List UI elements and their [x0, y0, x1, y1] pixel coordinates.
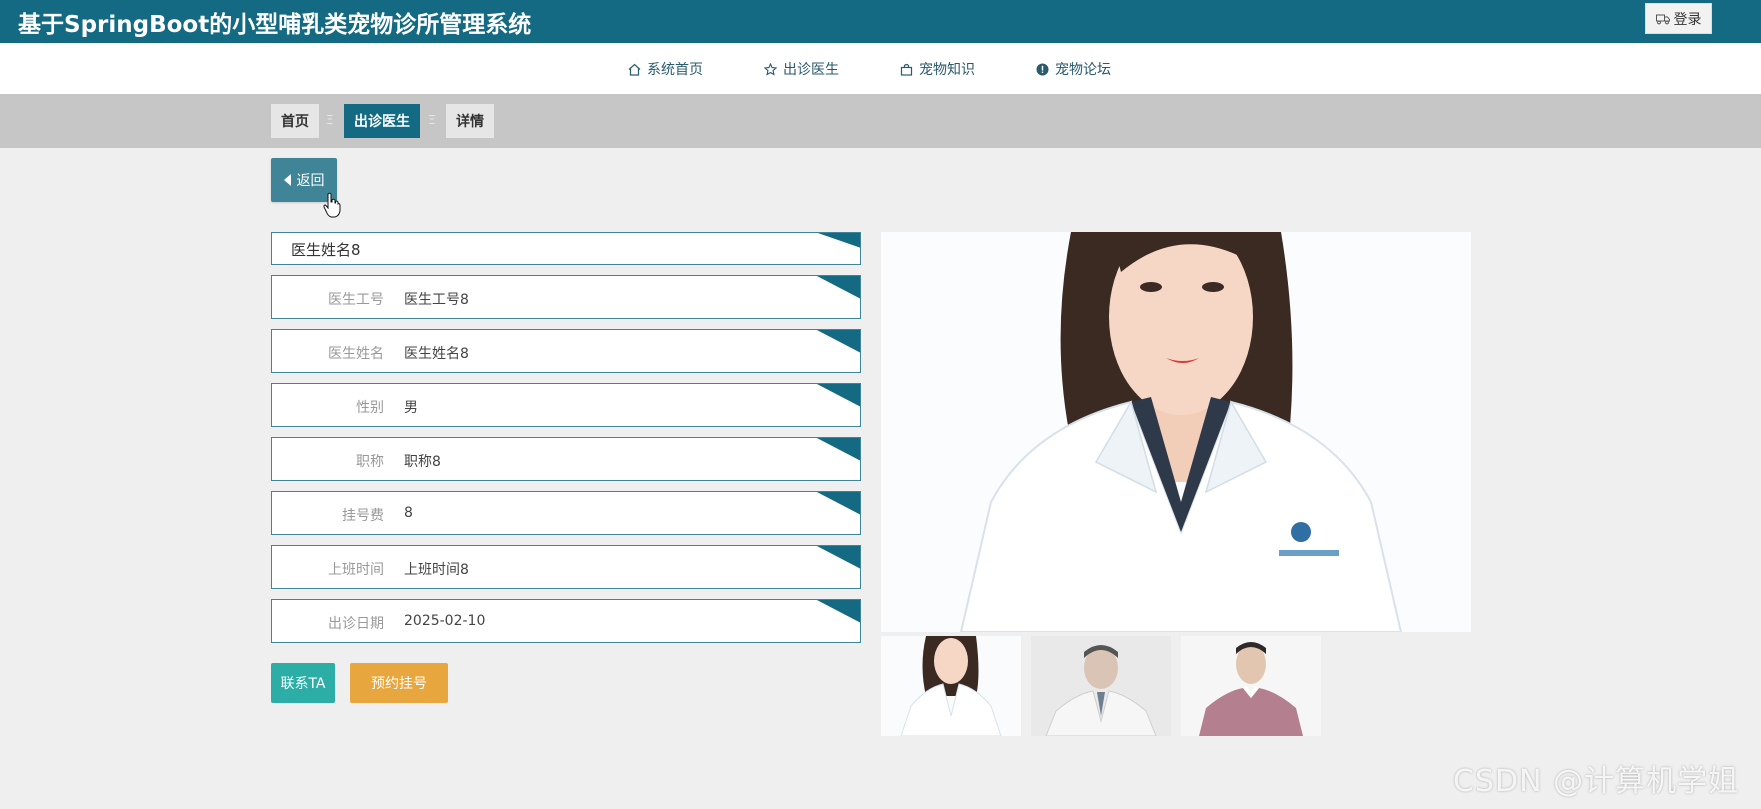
- star-icon: [764, 62, 777, 76]
- breadcrumb-detail: 详情: [446, 104, 494, 138]
- back-label: 返回: [296, 173, 325, 189]
- corner-decoration: [816, 600, 860, 623]
- doctor-name-title: 医生姓名8: [271, 232, 861, 265]
- field-fee: 挂号费 8: [271, 491, 861, 535]
- thumbnail-2[interactable]: [1031, 636, 1171, 736]
- field-label: 医生工号: [328, 292, 384, 308]
- top-bar: 基于SpringBoot的小型哺乳类宠物诊所管理系统 登录: [0, 0, 1761, 43]
- nav-item-knowledge[interactable]: 宠物知识: [900, 59, 975, 79]
- corner-decoration: [816, 384, 860, 407]
- nav-label-doctors: 出诊医生: [783, 62, 839, 78]
- field-doctor-name: 医生姓名 医生姓名8: [271, 329, 861, 373]
- field-label: 性别: [356, 400, 384, 416]
- field-value: 2025-02-10: [404, 613, 486, 629]
- book-appointment-button[interactable]: 预约挂号: [350, 663, 448, 703]
- breadcrumb-home[interactable]: 首页: [271, 104, 319, 138]
- field-gender: 性别 男: [271, 383, 861, 427]
- info-circle-icon: [1036, 63, 1049, 75]
- corner-decoration: [816, 276, 860, 299]
- nav-item-home[interactable]: 系统首页: [628, 59, 703, 79]
- hand-cursor-icon: [323, 192, 341, 218]
- corner-decoration: [816, 438, 860, 461]
- corner-decoration: [816, 492, 860, 515]
- site-title: 基于SpringBoot的小型哺乳类宠物诊所管理系统: [18, 12, 532, 38]
- field-value: 职称8: [404, 454, 441, 470]
- corner-decoration: [816, 546, 860, 569]
- home-icon: [628, 63, 641, 76]
- nav-label-home: 系统首页: [647, 62, 703, 78]
- caret-left-icon: [283, 174, 291, 186]
- field-label: 出诊日期: [328, 616, 384, 632]
- thumbnail-1[interactable]: [881, 636, 1021, 736]
- bag-icon: [900, 63, 913, 76]
- breadcrumb-doctors[interactable]: 出诊医生: [344, 104, 420, 138]
- field-value: 男: [404, 400, 418, 416]
- field-visit-date: 出诊日期 2025-02-10: [271, 599, 861, 643]
- field-work-time: 上班时间 上班时间8: [271, 545, 861, 589]
- field-value: 8: [404, 505, 413, 521]
- field-label: 职称: [356, 454, 384, 470]
- field-value: 上班时间8: [404, 562, 469, 578]
- breadcrumb: 首页 Ξ 出诊医生 Ξ 详情: [0, 94, 1761, 148]
- field-value: 医生工号8: [404, 292, 469, 308]
- watermark: CSDN @计算机学姐: [1453, 764, 1740, 799]
- field-title: 职称 职称8: [271, 437, 861, 481]
- contact-button[interactable]: 联系TA: [271, 663, 335, 703]
- doctor-photo: [881, 232, 1471, 632]
- field-label: 上班时间: [328, 562, 384, 578]
- corner-decoration: [817, 233, 860, 248]
- field-doctor-id: 医生工号 医生工号8: [271, 275, 861, 319]
- nav-label-knowledge: 宠物知识: [919, 62, 975, 78]
- nav-item-doctors[interactable]: 出诊医生: [764, 59, 839, 79]
- breadcrumb-separator: Ξ: [428, 113, 436, 127]
- name-title-text: 医生姓名8: [291, 241, 361, 259]
- main-nav: 系统首页 出诊医生 宠物知识 宠物论坛: [0, 43, 1761, 94]
- breadcrumb-separator: Ξ: [326, 113, 334, 127]
- truck-icon: [1655, 14, 1670, 24]
- field-label: 医生姓名: [328, 346, 384, 362]
- thumbnail-3[interactable]: [1181, 636, 1321, 736]
- corner-decoration: [816, 330, 860, 353]
- nav-label-forum: 宠物论坛: [1055, 62, 1111, 78]
- login-label: 登录: [1673, 11, 1702, 28]
- field-value: 医生姓名8: [404, 346, 469, 362]
- login-button[interactable]: 登录: [1645, 3, 1712, 34]
- nav-item-forum[interactable]: 宠物论坛: [1036, 59, 1111, 79]
- field-label: 挂号费: [342, 508, 384, 524]
